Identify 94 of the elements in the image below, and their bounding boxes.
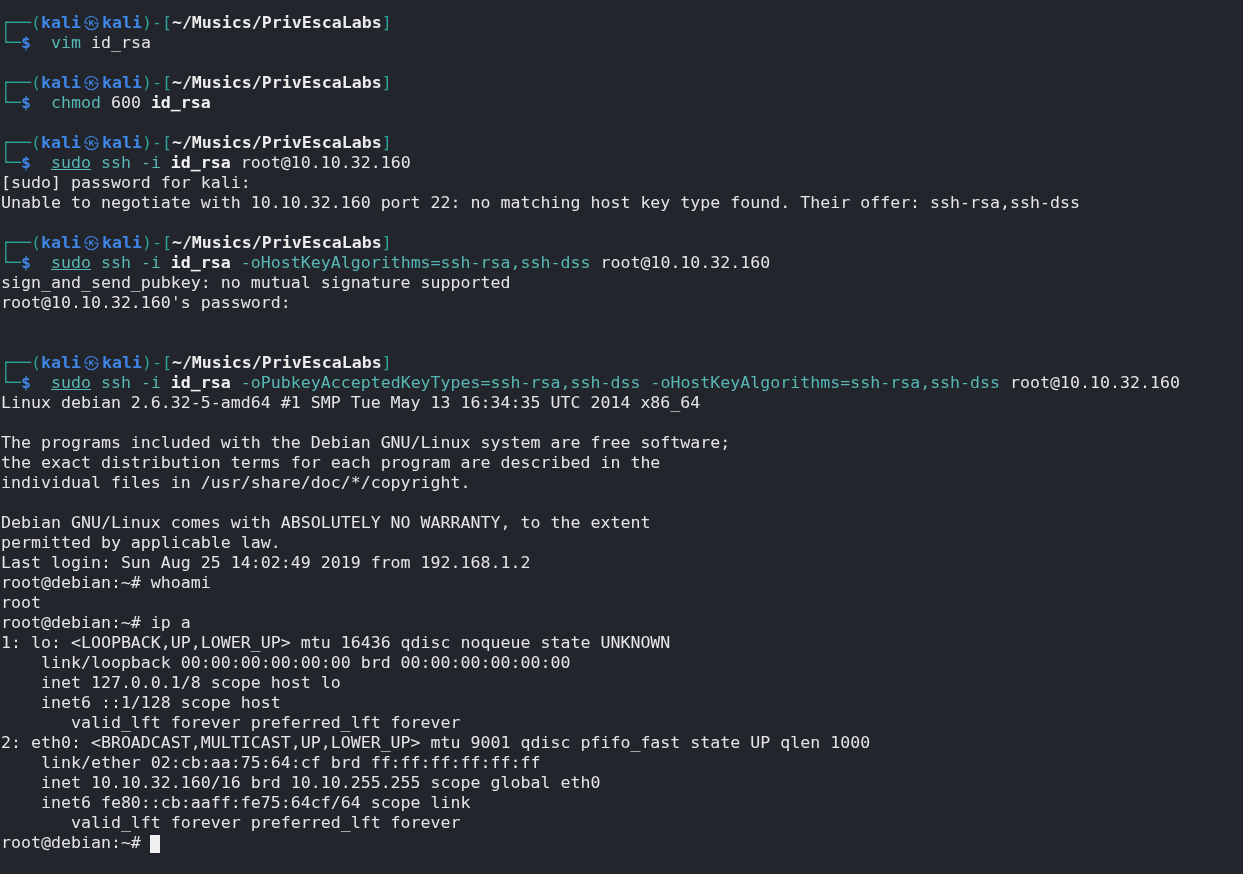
command-text: chmod xyxy=(50,93,101,112)
command-text: vim xyxy=(50,33,81,52)
output-line: Last login: Sun Aug 25 14:02:49 2019 from 192.168.1.2 xyxy=(1,553,531,572)
prompt-bracket: ] xyxy=(381,233,392,252)
command-text: -i xyxy=(140,153,161,172)
command-text: sudo xyxy=(50,153,91,172)
command-text: ssh xyxy=(100,153,131,172)
prompt-bracket: ] xyxy=(381,13,392,32)
output-line: valid_lft forever preferred_lft forever xyxy=(69,713,461,732)
command-text: id_rsa xyxy=(170,373,231,392)
output-line: inet 127.0.0.1/8 scope host lo xyxy=(39,673,341,692)
prompt-corner: └─ xyxy=(1,153,21,172)
directory-path: ~/Musics/PrivEscaLabs xyxy=(171,233,382,252)
output-line: the exact distribution terms for each program are described in the xyxy=(1,453,661,472)
prompt-bracket: ┌──( xyxy=(1,13,41,32)
command-text: -oHostKeyAlgorithms=ssh-rsa,ssh-dss xyxy=(240,253,591,272)
command-text: root@10.10.32.160 xyxy=(240,153,411,172)
command-text: 600 xyxy=(110,93,141,112)
prompt-bracket: )-[ xyxy=(141,353,172,372)
prompt-bracket: )-[ xyxy=(141,233,172,252)
output-line: link/loopback 00:00:00:00:00:00 brd 00:00:00:00:00:00 xyxy=(39,653,571,672)
prompt-symbol: $ xyxy=(21,93,31,112)
command-text: id_rsa xyxy=(150,93,211,112)
hostname: kali xyxy=(101,353,142,372)
output-line: root@10.10.32.160's password: xyxy=(1,293,291,312)
command-text: id_rsa xyxy=(90,33,151,52)
prompt-bracket: ┌──( xyxy=(1,353,41,372)
command-text: ssh xyxy=(100,253,131,272)
prompt-symbol: $ xyxy=(21,253,31,272)
prompt-bracket: ┌──( xyxy=(1,133,41,152)
hostname: kali xyxy=(101,13,142,32)
hostname: kali xyxy=(101,133,142,152)
username: kali xyxy=(40,133,81,152)
prompt-symbol: $ xyxy=(21,153,31,172)
output-line: Unable to negotiate with 10.10.32.160 port 22: no matching host key type found. Their offer: ssh-rsa,ssh-dss xyxy=(1,193,1080,212)
prompt-bracket: ] xyxy=(381,133,392,152)
hostname: kali xyxy=(101,73,142,92)
username: kali xyxy=(40,353,81,372)
command-text: root@10.10.32.160 xyxy=(600,253,771,272)
output-line: 2: eth0: <BROADCAST,MULTICAST,UP,LOWER_UP> mtu 9001 qdisc pfifo_fast state UP qlen 1000 xyxy=(1,733,871,752)
prompt-bracket: )-[ xyxy=(141,133,172,152)
command-text: root@10.10.32.160 xyxy=(1010,373,1180,392)
command-text: -i xyxy=(140,373,161,392)
hostname: kali xyxy=(101,233,142,252)
output-line: 1: lo: <LOOPBACK,UP,LOWER_UP> mtu 16436 qdisc noqueue state UNKNOWN xyxy=(1,633,671,652)
text-cursor xyxy=(149,834,160,853)
output-line: individual files in /usr/share/doc/*/copyright. xyxy=(1,473,471,492)
output-line: Debian GNU/Linux comes with ABSOLUTELY NO WARRANTY, to the extent xyxy=(1,513,651,532)
at-symbol: ㉿ xyxy=(82,73,100,92)
directory-path: ~/Musics/PrivEscaLabs xyxy=(171,73,382,92)
directory-path: ~/Musics/PrivEscaLabs xyxy=(171,353,382,372)
command-text: id_rsa xyxy=(170,253,231,272)
at-symbol: ㉿ xyxy=(82,353,100,372)
at-symbol: ㉿ xyxy=(82,133,100,152)
at-symbol: ㉿ xyxy=(82,233,100,252)
prompt-bracket: )-[ xyxy=(141,13,172,32)
command-text: sudo xyxy=(50,373,91,392)
username: kali xyxy=(40,13,81,32)
prompt-symbol: $ xyxy=(21,33,31,52)
output-line: [sudo] password for kali: xyxy=(1,173,251,192)
shell-prompt: root@debian:~# xyxy=(1,833,141,852)
prompt-corner: └─ xyxy=(1,373,21,392)
prompt-corner: └─ xyxy=(1,253,21,272)
output-line: valid_lft forever preferred_lft forever xyxy=(69,813,461,832)
prompt-bracket: ┌──( xyxy=(1,233,41,252)
output-line: link/ether 02:cb:aa:75:64:cf brd ff:ff:ff:ff:ff:ff xyxy=(39,753,541,772)
command-text: -oHostKeyAlgorithms=ssh-rsa,ssh-dss xyxy=(650,373,1001,392)
directory-path: ~/Musics/PrivEscaLabs xyxy=(171,13,382,32)
prompt-bracket: )-[ xyxy=(141,73,172,92)
prompt-symbol: $ xyxy=(21,373,31,392)
username: kali xyxy=(40,73,81,92)
prompt-bracket: ] xyxy=(381,73,392,92)
command-text: -oPubkeyAcceptedKeyTypes=ssh-rsa,ssh-dss xyxy=(240,373,641,392)
output-line: root@debian:~# whoami xyxy=(1,573,211,592)
prompt-corner: └─ xyxy=(1,33,21,52)
output-line: sign_and_send_pubkey: no mutual signature supported xyxy=(1,273,511,292)
output-line: The programs included with the Debian GNU/Linux system are free software; xyxy=(1,433,731,452)
directory-path: ~/Musics/PrivEscaLabs xyxy=(171,133,382,152)
output-line: Linux debian 2.6.32-5-amd64 #1 SMP Tue May 13 16:34:35 UTC 2014 x86_64 xyxy=(1,393,701,412)
command-text: ssh xyxy=(100,373,131,392)
username: kali xyxy=(40,233,81,252)
output-line: inet 10.10.32.160/16 brd 10.10.255.255 scope global eth0 xyxy=(39,773,601,792)
command-text: -i xyxy=(140,253,161,272)
prompt-corner: └─ xyxy=(1,93,21,112)
prompt-bracket: ┌──( xyxy=(1,73,41,92)
at-symbol: ㉿ xyxy=(82,13,100,32)
output-line: permitted by applicable law. xyxy=(1,533,281,552)
output-line: root xyxy=(1,593,41,612)
command-text: id_rsa xyxy=(170,153,231,172)
output-line: inet6 fe80::cb:aaff:fe75:64cf/64 scope link xyxy=(39,793,471,812)
prompt-bracket: ] xyxy=(381,353,392,372)
output-line: root@debian:~# ip a xyxy=(1,613,191,632)
command-text: sudo xyxy=(50,253,91,272)
output-line: inet6 ::1/128 scope host xyxy=(39,693,281,712)
